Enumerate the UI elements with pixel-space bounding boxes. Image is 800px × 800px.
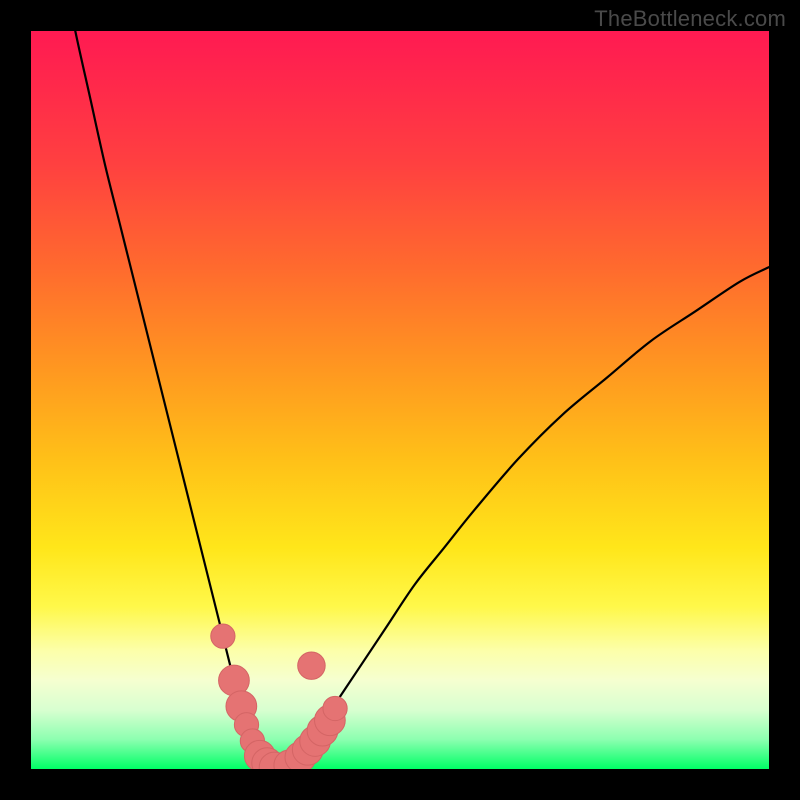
data-marker [240, 729, 264, 753]
data-marker [211, 624, 235, 648]
data-marker [323, 696, 347, 720]
data-marker [244, 740, 275, 769]
data-marker [292, 734, 323, 765]
data-marker [226, 691, 257, 722]
data-marker [219, 665, 250, 696]
bottleneck-curve [31, 31, 769, 769]
data-marker [285, 742, 316, 769]
data-marker [259, 752, 290, 769]
data-marker [300, 726, 331, 757]
data-marker [315, 705, 346, 736]
data-marker [307, 715, 338, 746]
chart-frame: TheBottleneck.com [0, 0, 800, 800]
data-marker [252, 748, 283, 769]
watermark-label: TheBottleneck.com [594, 6, 786, 32]
data-marker [298, 652, 325, 679]
data-marker [274, 750, 305, 769]
data-marker [234, 713, 258, 737]
plot-area [31, 31, 769, 769]
data-markers [31, 31, 769, 769]
